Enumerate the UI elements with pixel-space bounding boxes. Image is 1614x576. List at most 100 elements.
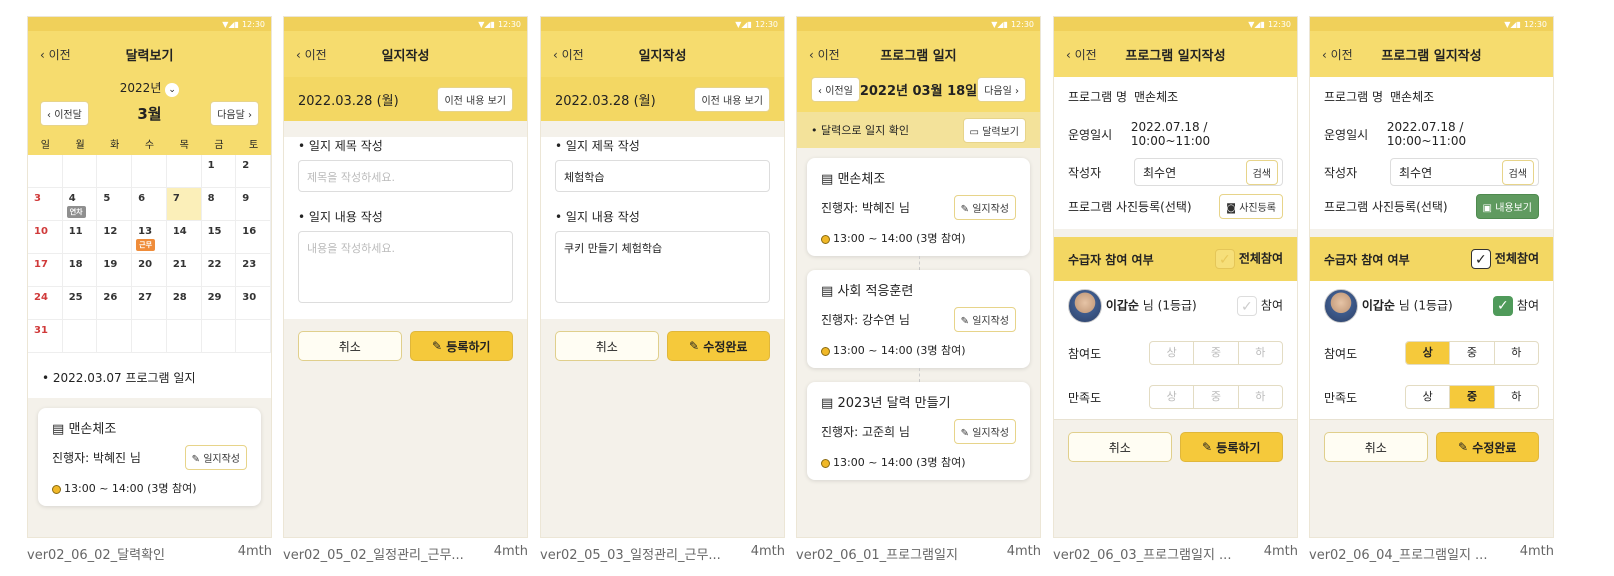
calendar-day[interactable]: 9 xyxy=(236,188,271,221)
calendar-day[interactable] xyxy=(166,320,202,353)
level-mid[interactable]: 중 xyxy=(1194,386,1239,408)
cancel-button[interactable]: 취소 xyxy=(1324,432,1428,462)
calendar-day[interactable]: 28 xyxy=(166,287,202,320)
calendar-day[interactable]: 22 xyxy=(201,254,237,287)
write-log-button[interactable]: ✎ 일지작성 xyxy=(953,307,1016,332)
back-button[interactable]: ‹ 이전 xyxy=(296,46,327,63)
calendar-day[interactable]: 7 xyxy=(166,188,202,221)
file-caption[interactable]: ver02_05_02_일정관리_근무... 4mth xyxy=(283,544,528,563)
level-low[interactable]: 하 xyxy=(1239,342,1282,364)
calendar-day[interactable]: 8 xyxy=(201,188,237,221)
register-button[interactable]: ✎ 등록하기 xyxy=(409,331,513,361)
level-low[interactable]: 하 xyxy=(1239,386,1282,408)
prev-day-button[interactable]: ‹ 이전일 xyxy=(811,77,860,102)
calendar-day[interactable] xyxy=(132,320,167,353)
level-high[interactable]: 상 xyxy=(1406,386,1451,408)
participate-toggle[interactable]: ✓ 참여 xyxy=(1236,296,1283,316)
save-button[interactable]: ✎ 수정완료 xyxy=(1435,432,1539,462)
calendar-day[interactable]: 29 xyxy=(201,287,237,320)
back-button[interactable]: ‹ 이전 xyxy=(40,46,71,63)
participate-toggle[interactable]: ✓ 참여 xyxy=(1492,296,1539,316)
calendar-day[interactable]: 1 xyxy=(201,155,237,188)
calendar-day[interactable] xyxy=(62,320,98,353)
cancel-button[interactable]: 취소 xyxy=(555,331,659,361)
back-button[interactable]: ‹ 이전 xyxy=(553,46,584,63)
title-input[interactable]: 제목을 작성하세요. xyxy=(298,160,513,192)
cancel-button[interactable]: 취소 xyxy=(1068,432,1172,462)
register-button[interactable]: ✎ 등록하기 xyxy=(1179,432,1283,462)
file-caption[interactable]: ver02_05_03_일정관리_근무... 4mth xyxy=(540,544,785,563)
calendar-day[interactable] xyxy=(28,155,63,188)
level-mid[interactable]: 중 xyxy=(1450,342,1495,364)
calendar-day[interactable]: 20 xyxy=(132,254,167,287)
cancel-button[interactable]: 취소 xyxy=(298,331,402,361)
level-mid[interactable]: 중 xyxy=(1450,386,1495,408)
author-field[interactable]: 최수연 검색 xyxy=(1390,158,1539,186)
calendar-day[interactable] xyxy=(97,320,133,353)
degree-selector[interactable]: 상중하 xyxy=(1405,341,1539,365)
calendar-day[interactable]: 26 xyxy=(97,287,133,320)
calendar-day[interactable] xyxy=(97,155,133,188)
prev-content-button[interactable]: 이전 내용 보기 xyxy=(437,86,513,112)
calendar-view-button[interactable]: ▭ 달력보기 xyxy=(962,117,1026,143)
calendar-day[interactable]: 18 xyxy=(62,254,98,287)
write-log-button[interactable]: ✎ 일지작성 xyxy=(184,445,247,470)
level-high[interactable]: 상 xyxy=(1150,386,1195,408)
all-participate-toggle[interactable]: ✓ 전체참여 xyxy=(1214,249,1283,269)
year-selector[interactable]: 2022년 ⌄ xyxy=(28,79,271,97)
level-high[interactable]: 상 xyxy=(1150,342,1195,364)
all-participate-toggle[interactable]: ✓ 전체참여 xyxy=(1470,249,1539,269)
content-textarea[interactable]: 쿠키 만들기 체험학습 xyxy=(555,231,770,303)
save-button[interactable]: ✎ 수정완료 xyxy=(666,331,770,361)
file-caption[interactable]: ver02_06_02_달력확인 4mth xyxy=(27,544,272,563)
calendar-day[interactable]: 30 xyxy=(236,287,271,320)
file-caption[interactable]: ver02_06_03_프로그램일지 ... 4mth xyxy=(1053,544,1298,563)
content-textarea[interactable]: 내용을 작성하세요. xyxy=(298,231,513,303)
title-input[interactable]: 체험학습 xyxy=(555,160,770,192)
calendar-day[interactable]: 11 xyxy=(62,221,98,254)
back-button[interactable]: ‹ 이전 xyxy=(1066,46,1097,63)
back-button[interactable]: ‹ 이전 xyxy=(809,46,840,63)
level-high[interactable]: 상 xyxy=(1406,342,1451,364)
calendar-day[interactable]: 24 xyxy=(28,287,63,320)
next-month-button[interactable]: 다음달 › xyxy=(210,101,259,126)
calendar-day[interactable]: 21 xyxy=(166,254,202,287)
write-log-button[interactable]: ✎ 일지작성 xyxy=(953,419,1016,444)
photo-register-button[interactable]: ◙ 사진등록 xyxy=(1219,193,1283,219)
prev-month-button[interactable]: ‹ 이전달 xyxy=(40,101,89,126)
calendar-day[interactable]: 3 xyxy=(28,188,63,221)
calendar-day[interactable]: 14 xyxy=(166,221,202,254)
calendar-day[interactable] xyxy=(166,155,202,188)
level-low[interactable]: 하 xyxy=(1495,342,1538,364)
degree-selector[interactable]: 상중하 xyxy=(1149,341,1283,365)
satisfaction-selector[interactable]: 상중하 xyxy=(1149,385,1283,409)
calendar-day[interactable]: 25 xyxy=(62,287,98,320)
calendar-day[interactable] xyxy=(62,155,98,188)
write-log-button[interactable]: ✎ 일지작성 xyxy=(953,195,1016,220)
calendar-day[interactable]: 31 xyxy=(28,320,63,353)
calendar-day[interactable] xyxy=(132,155,167,188)
calendar-day[interactable] xyxy=(201,320,237,353)
calendar-day[interactable]: 12 xyxy=(97,221,133,254)
calendar-day[interactable]: 10 xyxy=(28,221,63,254)
prev-content-button[interactable]: 이전 내용 보기 xyxy=(694,86,770,112)
file-caption[interactable]: ver02_06_01_프로그램일지 4mth xyxy=(796,544,1041,563)
calendar-day[interactable]: 17 xyxy=(28,254,63,287)
calendar-day[interactable]: 27 xyxy=(132,287,167,320)
author-field[interactable]: 최수연 검색 xyxy=(1134,158,1283,186)
calendar-day[interactable]: 19 xyxy=(97,254,133,287)
calendar-day[interactable]: 4 연차 xyxy=(62,188,98,221)
search-button[interactable]: 검색 xyxy=(1501,159,1534,185)
satisfaction-selector[interactable]: 상중하 xyxy=(1405,385,1539,409)
file-caption[interactable]: ver02_06_04_프로그램일지 ... 4mth xyxy=(1309,544,1554,563)
calendar-day[interactable]: 2 xyxy=(236,155,271,188)
view-content-button[interactable]: ▣ 내용보기 xyxy=(1475,193,1539,219)
back-button[interactable]: ‹ 이전 xyxy=(1322,46,1353,63)
calendar-day[interactable]: 15 xyxy=(201,221,237,254)
next-day-button[interactable]: 다음일 › xyxy=(977,77,1026,102)
calendar-day[interactable]: 5 xyxy=(97,188,133,221)
level-mid[interactable]: 중 xyxy=(1194,342,1239,364)
calendar-day[interactable]: 6 xyxy=(132,188,167,221)
level-low[interactable]: 하 xyxy=(1495,386,1538,408)
calendar-day[interactable] xyxy=(236,320,271,353)
